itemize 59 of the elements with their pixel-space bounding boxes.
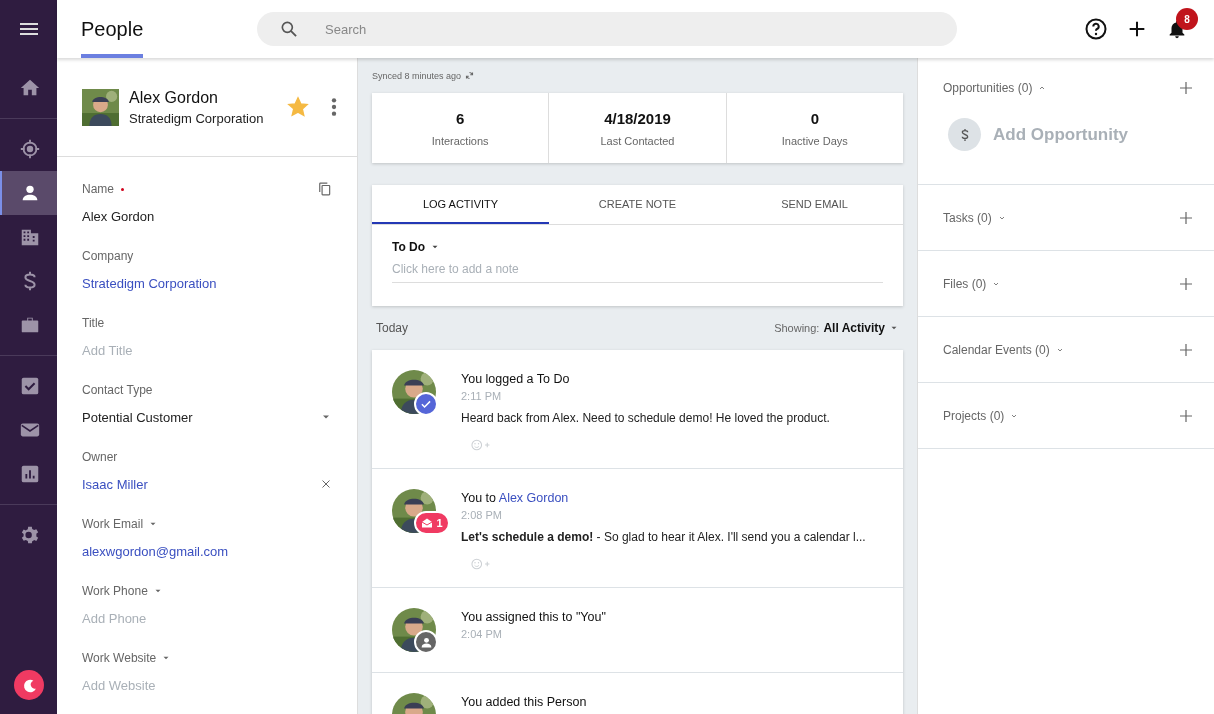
target-icon (18, 138, 41, 160)
activity-title: You assigned this to "You" (461, 610, 607, 624)
star-icon[interactable] (287, 96, 309, 118)
field-label: Company (82, 249, 134, 263)
section-toggle[interactable]: Tasks (0) (943, 210, 1006, 225)
contact-company: Stratedigm Corporation (129, 110, 265, 126)
more-icon[interactable] (331, 97, 337, 117)
search-icon (279, 19, 299, 39)
activity-title: You added this Person (461, 695, 588, 709)
field-label: Title (82, 316, 105, 330)
contact-link[interactable]: Alex Gordon (498, 491, 569, 505)
nav-item[interactable] (0, 171, 57, 215)
stat-label: Last Contacted (600, 134, 675, 147)
field-label: Work Website (82, 651, 157, 665)
activity-title: You to Alex Gordon (461, 491, 570, 505)
field-label: Name (82, 182, 114, 196)
clear-icon[interactable] (320, 478, 332, 490)
activity-time: 2:11 PM (461, 390, 503, 402)
stat-label: Interactions (431, 134, 489, 147)
field-label: Owner (82, 450, 118, 464)
logo-icon[interactable] (13, 670, 44, 700)
field-value: Alex Gordon (82, 208, 155, 224)
section-toggle[interactable]: Opportunities (0) (943, 81, 1047, 95)
page-title[interactable]: People (81, 0, 143, 58)
activity-time: 2:04 PM (461, 628, 503, 640)
activity-filter[interactable]: Showing: All Activity (774, 321, 899, 335)
activity-time: 2:08 PM (461, 509, 503, 521)
copy-icon[interactable] (318, 182, 332, 196)
activity-text: Let's schedule a demo! - So glad to hear it Alex. I'll send you a calendar l... (461, 530, 867, 544)
activity-text: Heard back from Alex. Need to schedule demo! He loved the product. (461, 411, 831, 425)
composer-tab[interactable]: SEND EMAIL (726, 185, 903, 224)
section-toggle[interactable]: Projects (0) (943, 408, 1019, 423)
composer-tab[interactable]: CREATE NOTE (549, 185, 726, 224)
section-toggle[interactable]: Calendar Events (0) (943, 342, 1064, 357)
field-link[interactable]: alexwgordon@gmail.com (82, 543, 229, 559)
notification-badge: 8 (1176, 8, 1198, 30)
sync-icon[interactable] (465, 71, 475, 80)
person-icon (419, 635, 433, 649)
section-toggle[interactable]: Files (0) (943, 276, 1001, 291)
stat-label: Inactive Days (781, 134, 848, 147)
contact-name: Alex Gordon (129, 88, 219, 107)
field-link[interactable]: Isaac Miller (82, 476, 148, 492)
field-label: Contact Type (82, 383, 153, 397)
composer-tab[interactable]: LOG ACTIVITY (372, 185, 549, 224)
field-label: Work Phone (82, 584, 148, 598)
stat-value: 4/18/2019 (604, 109, 671, 127)
field-link[interactable]: Stratedigm Corporation (82, 275, 217, 291)
help-icon[interactable] (1084, 17, 1108, 41)
field-value: Potential Customer (82, 409, 193, 425)
day-heading: Today (376, 321, 409, 335)
email-badge: 1 (414, 511, 450, 535)
activity-type-dropdown[interactable]: To Do (392, 240, 441, 254)
activity-title: You logged a To Do (461, 372, 571, 386)
stat-value: 6 (456, 109, 465, 127)
sync-status: Synced 8 minutes ago (372, 71, 462, 83)
open-envelope-icon (421, 517, 434, 529)
search-field[interactable]: Search (257, 12, 957, 46)
stat-value: 0 (810, 109, 819, 127)
field-label: Work Email (82, 517, 144, 531)
